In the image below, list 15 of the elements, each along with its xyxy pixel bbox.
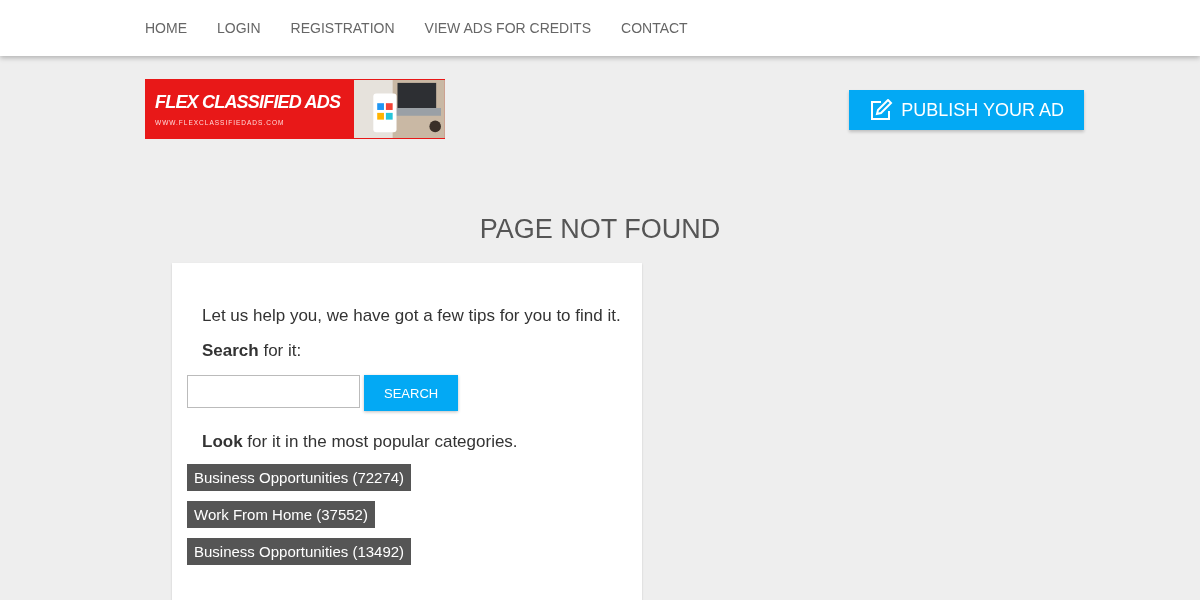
page-title: PAGE NOT FOUND [478,214,722,245]
look-prompt: Look for it in the most popular categories. [202,431,519,453]
nav-link[interactable]: HOME [145,20,187,36]
nav-link[interactable]: CONTACT [621,20,688,36]
nav-link[interactable]: VIEW ADS FOR CREDITS [424,20,591,36]
category-link[interactable]: Work From Home (37552) [187,501,375,528]
intro-text: Let us help you, we have got a few tips for you to find it. [202,305,622,327]
edit-icon [869,99,894,121]
nav-link[interactable]: REGISTRATION [290,20,395,36]
search-prompt: Search for it: [202,340,303,362]
category-link[interactable]: Business Opportunities (72274) [187,464,412,491]
nav-link[interactable]: LOGIN [217,20,261,36]
category-link[interactable]: Business Opportunities (13492) [187,538,412,565]
search-field[interactable] [187,375,360,408]
logo-title: FLEX CLASSIFIED ADS [155,92,341,113]
